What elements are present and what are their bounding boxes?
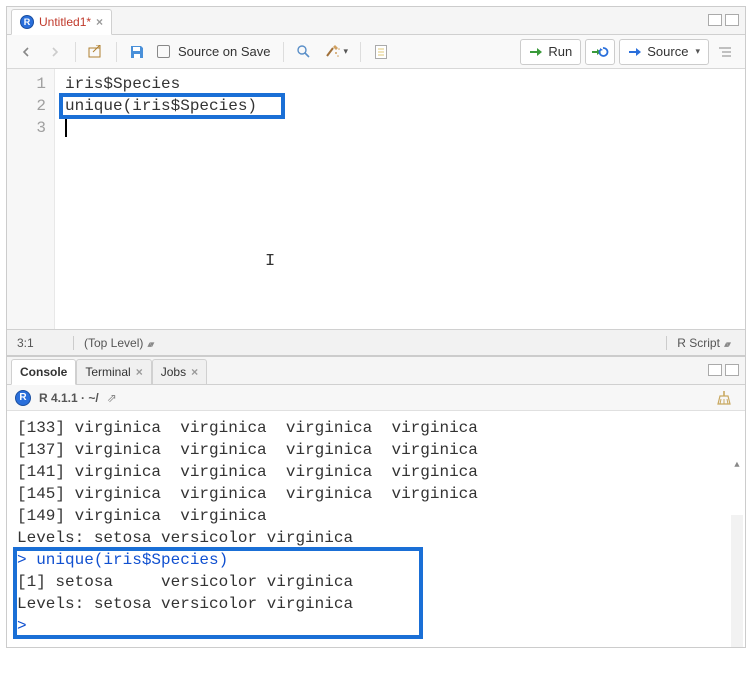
source-btn-label: Source: [647, 44, 688, 59]
tab-label: Terminal: [85, 365, 130, 379]
code-line: [65, 117, 739, 139]
r-logo-icon: R: [15, 390, 31, 406]
console-line: [1] setosa versicolor virginica: [17, 571, 735, 593]
back-button[interactable]: [15, 39, 39, 65]
chevron-down-icon: ▾: [344, 46, 349, 57]
console-tabbar: Console Terminal × Jobs ×: [7, 357, 745, 385]
code-line: unique(iris$Species): [65, 95, 739, 117]
line-gutter: 1 2 3: [7, 69, 55, 329]
pane-controls: [708, 14, 739, 26]
separator: [116, 42, 117, 62]
pane-minimize-icon[interactable]: [708, 14, 722, 26]
close-icon[interactable]: ×: [136, 365, 143, 379]
console-line: Levels: setosa versicolor virginica: [17, 593, 735, 615]
pane-controls: [708, 364, 739, 376]
gutter-num: 2: [7, 95, 46, 117]
cursor-icon: [65, 119, 67, 137]
r-file-icon: R: [20, 15, 34, 29]
console-line: [149] virginica virginica: [17, 505, 735, 527]
console-output[interactable]: [133] virginica virginica virginica virg…: [7, 411, 745, 647]
console-line: [145] virginica virginica virginica virg…: [17, 483, 735, 505]
code-line: iris$Species: [65, 73, 739, 95]
source-statusbar: 3:1 (Top Level)▴▾ R Script▴▾: [7, 329, 745, 355]
terminal-tab[interactable]: Terminal ×: [76, 359, 151, 385]
source-tab-title: Untitled1*: [39, 15, 91, 29]
pane-maximize-icon[interactable]: [725, 14, 739, 26]
jobs-tab[interactable]: Jobs ×: [152, 359, 207, 385]
language-selector[interactable]: R Script▴▾: [666, 336, 735, 350]
source-pane: R Untitled1* × Source on Save ▾ Run: [6, 6, 746, 356]
console-line: [133] virginica virginica virginica virg…: [17, 417, 735, 439]
console-infobar: R R 4.1.1 · ~/ ⇗: [7, 385, 745, 411]
updown-icon: ▴▾: [724, 339, 729, 349]
run-label: Run: [548, 44, 572, 59]
pane-minimize-icon[interactable]: [708, 364, 722, 376]
pane-maximize-icon[interactable]: [725, 364, 739, 376]
source-tabbar: R Untitled1* ×: [7, 7, 745, 35]
scope-selector[interactable]: (Top Level)▴▾: [73, 336, 666, 350]
run-button[interactable]: Run: [520, 39, 581, 65]
separator: [360, 42, 361, 62]
code-body[interactable]: iris$Speciesunique(iris$Species): [55, 69, 745, 329]
scroll-track[interactable]: [731, 515, 743, 647]
rerun-button[interactable]: [585, 39, 615, 65]
clear-console-button[interactable]: [711, 385, 737, 411]
checkbox-icon: [157, 45, 170, 58]
separator: [75, 42, 76, 62]
source-on-save-label: Source on Save: [178, 44, 271, 59]
console-scrollbar[interactable]: ▲ ▼: [731, 415, 743, 645]
gutter-num: 3: [7, 117, 46, 139]
source-button[interactable]: Source ▾: [619, 39, 709, 65]
r-version-label: R 4.1.1 · ~/: [39, 391, 99, 405]
forward-button[interactable]: [43, 39, 67, 65]
gutter-num: 1: [7, 73, 46, 95]
console-line: > unique(iris$Species): [17, 549, 735, 571]
tab-label: Jobs: [161, 365, 186, 379]
close-icon[interactable]: ×: [191, 365, 198, 379]
show-in-new-window-button[interactable]: [84, 39, 108, 65]
save-button[interactable]: [125, 39, 149, 65]
separator: [283, 42, 284, 62]
console-line: Levels: setosa versicolor virginica: [17, 527, 735, 549]
console-tab[interactable]: Console: [11, 359, 76, 385]
console-pane: Console Terminal × Jobs × R R 4.1.1 · ~/…: [6, 356, 746, 648]
go-to-dir-icon[interactable]: ⇗: [107, 391, 117, 405]
text-cursor-icon: I: [265, 252, 275, 271]
scroll-up-icon[interactable]: ▲: [731, 459, 743, 471]
run-arrow-icon: [529, 46, 543, 58]
source-arrow-icon: [628, 46, 642, 58]
close-icon[interactable]: ×: [96, 15, 103, 29]
source-on-save-check[interactable]: Source on Save: [153, 39, 275, 65]
console-line: [137] virginica virginica virginica virg…: [17, 439, 735, 461]
compile-report-button[interactable]: [369, 39, 393, 65]
find-button[interactable]: [292, 39, 316, 65]
code-tools-button[interactable]: ▾: [320, 39, 353, 65]
console-prompt[interactable]: >: [17, 615, 735, 637]
source-tab[interactable]: R Untitled1* ×: [11, 9, 112, 35]
tab-label: Console: [20, 365, 67, 379]
outline-button[interactable]: [713, 39, 737, 65]
chevron-down-icon: ▾: [695, 46, 700, 57]
source-toolbar: Source on Save ▾ Run Source ▾: [7, 35, 745, 69]
updown-icon: ▴▾: [147, 339, 152, 349]
code-editor[interactable]: 1 2 3 iris$Speciesunique(iris$Species) I: [7, 69, 745, 329]
cursor-position: 3:1: [17, 336, 73, 350]
console-line: [141] virginica virginica virginica virg…: [17, 461, 735, 483]
